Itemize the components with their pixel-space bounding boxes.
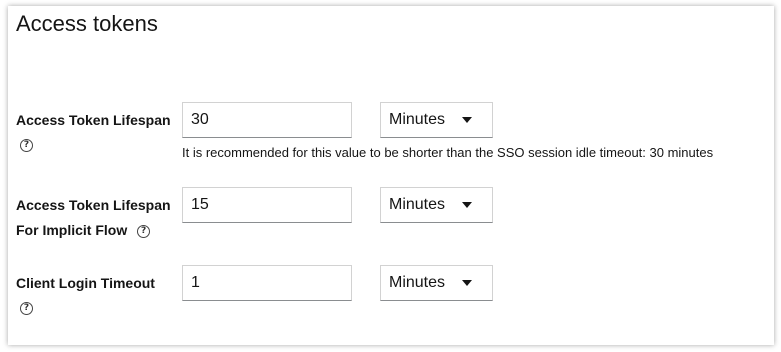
implicit-flow-lifespan-label-line1: Access Token Lifespan [16,197,171,213]
client-login-timeout-label: Client Login Timeout [16,275,155,291]
caret-down-icon [462,117,472,123]
question-circle-icon[interactable]: ? [20,302,33,315]
access-token-lifespan-unit-select[interactable]: Minutes [380,102,493,138]
implicit-flow-lifespan-label-line2: For Implicit Flow ? [16,218,151,242]
unit-select-value: Minutes [389,111,446,128]
question-circle-icon[interactable]: ? [137,224,151,238]
section-title: Access tokens [16,11,158,36]
question-circle-icon[interactable]: ? [20,139,33,152]
client-login-timeout-input[interactable]: 1 [182,265,352,301]
client-login-timeout-unit-select[interactable]: Minutes [380,265,493,301]
unit-select-value: Minutes [389,196,446,213]
unit-select-value: Minutes [389,274,446,291]
implicit-flow-lifespan-unit-select[interactable]: Minutes [380,187,493,223]
implicit-flow-lifespan-label-text: For Implicit Flow [16,222,128,238]
access-token-lifespan-hint: It is recommended for this value to be s… [182,145,714,160]
access-token-lifespan-input[interactable]: 30 [182,102,352,138]
caret-down-icon [462,202,472,208]
caret-down-icon [462,280,472,286]
implicit-flow-lifespan-input[interactable]: 15 [182,187,352,223]
access-token-lifespan-label: Access Token Lifespan [16,112,171,128]
access-tokens-card: Access tokens Access Token Lifespan ? 30… [8,6,774,345]
